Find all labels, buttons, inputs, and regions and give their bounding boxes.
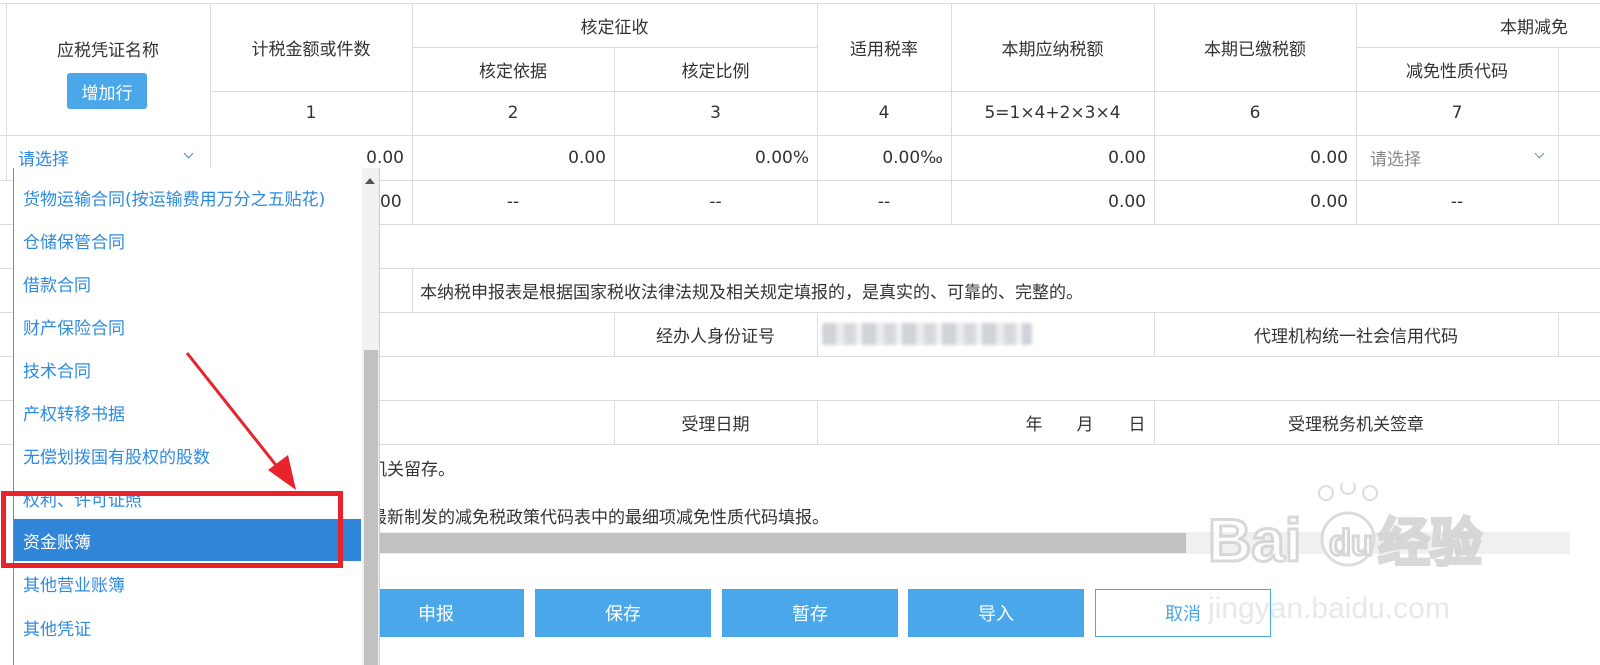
svg-text:jingyan.baidu.com: jingyan.baidu.com xyxy=(1208,592,1450,625)
svg-text:Bai: Bai xyxy=(1208,507,1301,574)
annotation-highlight-box xyxy=(1,491,343,568)
baidu-jingyan-watermark: Bai du 经验 jingyan.baidu.com xyxy=(1208,483,1484,625)
svg-text:经验: 经验 xyxy=(1378,514,1482,574)
svg-text:du: du xyxy=(1329,522,1373,563)
